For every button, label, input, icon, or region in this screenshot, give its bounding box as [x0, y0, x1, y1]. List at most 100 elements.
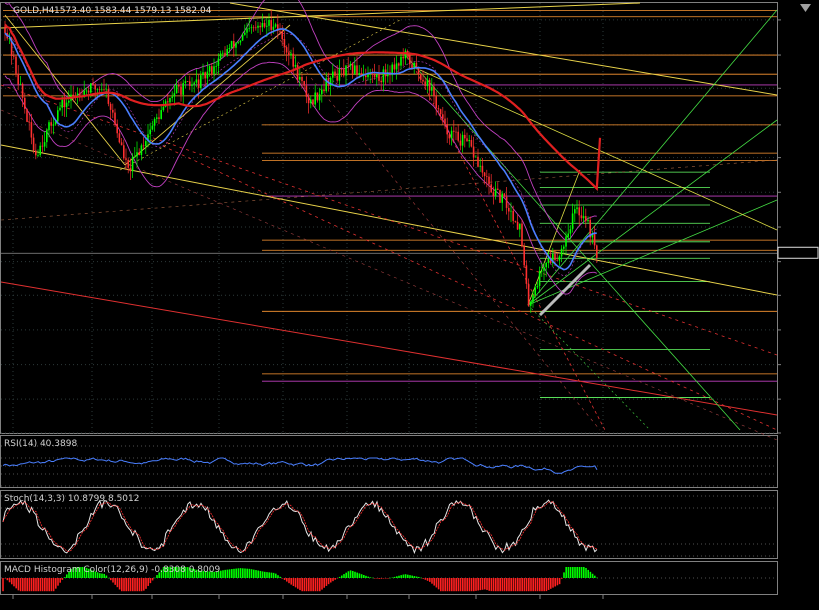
macd-bar — [420, 577, 422, 579]
macd-bar — [536, 578, 539, 592]
macd-bar — [503, 578, 506, 592]
macd-bar — [4, 578, 6, 579]
macd-bar — [349, 570, 352, 578]
macd-bar — [50, 578, 53, 592]
macd-bar — [268, 572, 270, 578]
candle-body — [149, 129, 151, 135]
macd-bar — [228, 569, 231, 578]
candle-body — [303, 81, 305, 86]
macd-bar — [253, 569, 255, 578]
candle-body — [442, 114, 444, 119]
macd-bar — [129, 578, 132, 592]
macd-bar — [288, 578, 290, 584]
candle-body — [349, 63, 352, 66]
candle-body — [455, 131, 457, 133]
macd-bar — [358, 573, 361, 578]
candle-body — [450, 130, 453, 139]
macd-bar — [539, 578, 541, 592]
macd-bar — [376, 578, 378, 579]
candle-body — [118, 133, 121, 143]
candle-body — [182, 83, 184, 95]
macd-bar — [360, 574, 363, 578]
macd-bar — [222, 570, 224, 578]
candle-body — [576, 207, 578, 210]
macd-bar — [140, 578, 143, 592]
macd-bar — [519, 578, 521, 592]
candle-body — [211, 66, 213, 74]
candle-body — [129, 167, 132, 172]
fan-line — [124, 24, 291, 166]
candle-body — [404, 50, 407, 59]
macd-bar — [517, 578, 519, 592]
macd-bar — [561, 578, 563, 579]
candle-body — [437, 108, 440, 110]
candle-body — [378, 74, 380, 81]
macd-bar — [583, 567, 585, 578]
macd-bar — [466, 578, 468, 592]
candle-body — [15, 56, 17, 74]
candle-body — [250, 27, 253, 29]
candle-body — [310, 99, 312, 104]
macd-bar — [569, 567, 572, 578]
macd-bar — [413, 576, 416, 578]
macd-bar — [398, 575, 400, 578]
candle-body — [479, 165, 481, 167]
macd-bar — [246, 568, 248, 578]
candle-body — [444, 118, 446, 125]
candle-body — [142, 145, 145, 147]
candle-body — [57, 110, 59, 122]
macd-bar — [59, 578, 61, 583]
candle-body — [156, 117, 158, 119]
macd-bar — [37, 578, 39, 592]
macd-bar — [490, 578, 493, 592]
rsi-panel — [1, 445, 777, 487]
macd-bar — [332, 578, 334, 582]
macd-bar — [407, 574, 409, 578]
candle-body — [21, 83, 24, 98]
osc-main-line — [2, 457, 598, 474]
macd-bar — [52, 578, 55, 592]
macd-bar — [2, 578, 4, 592]
candle-body — [235, 42, 237, 48]
candle-body — [312, 99, 314, 105]
macd-bar — [127, 578, 130, 592]
candle-body — [345, 65, 347, 76]
macd-bar — [468, 578, 471, 592]
candle-body — [569, 229, 572, 234]
macd-bar — [457, 578, 460, 592]
macd-bar — [22, 578, 24, 592]
candle-body — [270, 20, 272, 30]
candle-body — [246, 28, 248, 33]
macd-bar — [433, 578, 435, 586]
macd-bar — [508, 578, 510, 592]
macd-bar — [481, 578, 484, 590]
price-panel-frame — [0, 2, 778, 434]
candle-body — [351, 63, 354, 74]
candle-body — [266, 25, 268, 27]
macd-bar — [30, 578, 33, 592]
chart-shift-marker-icon[interactable] — [800, 4, 811, 12]
macd-bar — [235, 568, 237, 578]
candle-body — [169, 97, 171, 103]
candle-body — [103, 89, 105, 91]
candle-body — [226, 48, 228, 56]
candle-body — [204, 72, 206, 79]
candle-body — [131, 156, 134, 172]
macd-bar — [446, 578, 449, 592]
candle-body — [116, 123, 118, 134]
candle-body — [424, 81, 426, 87]
candle-body — [35, 150, 37, 156]
macd-bar — [154, 577, 156, 579]
candle-body — [189, 81, 191, 86]
macd-bar — [231, 569, 233, 578]
macd-bar — [292, 578, 295, 586]
candle-body — [4, 26, 6, 33]
stochastic-panel — [1, 495, 777, 557]
symbol-label: GOLD,H4 — [13, 6, 55, 16]
candle-body — [466, 138, 468, 142]
candle-body — [153, 118, 156, 126]
macd-bar — [455, 578, 457, 592]
candle-body — [571, 213, 574, 230]
candle-body — [255, 27, 257, 29]
macd-bar — [448, 578, 451, 592]
